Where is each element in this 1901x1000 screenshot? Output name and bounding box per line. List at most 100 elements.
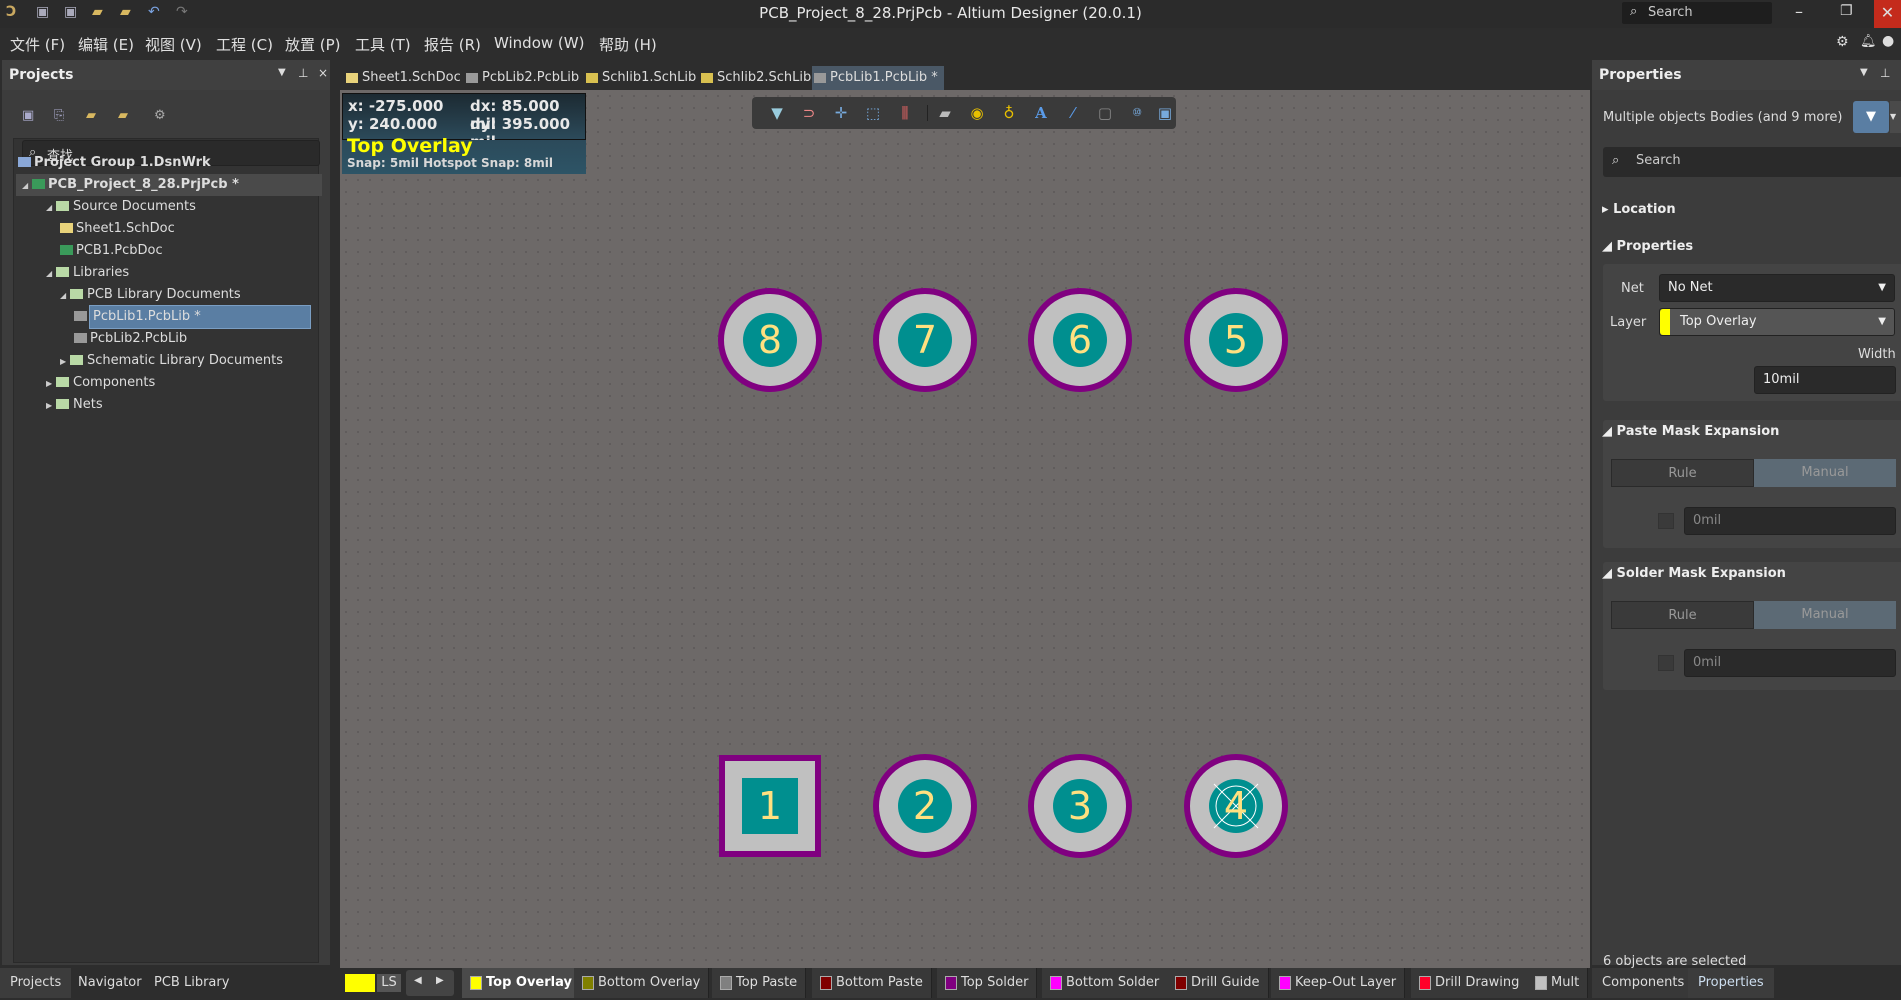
tree-item[interactable]: ▶ Components: [16, 372, 322, 394]
tree-item[interactable]: PCB1.PcbDoc: [16, 240, 322, 262]
tree-item[interactable]: PcbLib2.PcbLib: [16, 328, 322, 350]
tab-components[interactable]: Components: [1592, 968, 1695, 998]
global-search[interactable]: ⌕ Search: [1622, 2, 1772, 24]
layer-tab[interactable]: Keep-Out Layer: [1271, 968, 1406, 998]
pcb-canvas[interactable]: 8 7 6 5 1 2 3 4: [340, 90, 1590, 968]
tree-item[interactable]: Project Group 1.DsnWrk: [16, 152, 322, 174]
crosshair-icon[interactable]: ✛: [830, 103, 852, 123]
layer-set-button[interactable]: LS: [377, 974, 401, 992]
layer-tab[interactable]: Mult: [1527, 968, 1589, 998]
paste-manual-button[interactable]: Manual: [1754, 459, 1896, 487]
solder-rule-button[interactable]: Rule: [1611, 601, 1754, 629]
section-paste-mask[interactable]: ◢ Paste Mask Expansion: [1602, 424, 1779, 439]
via-icon[interactable]: ♁: [998, 103, 1020, 123]
save-project-icon[interactable]: ▣: [22, 108, 34, 123]
settings-icon[interactable]: ⚙: [1836, 34, 1849, 50]
tree-item[interactable]: ◢ Source Documents: [16, 196, 322, 218]
panel-menu-icon[interactable]: ▼: [278, 67, 286, 78]
section-properties[interactable]: ◢ Properties: [1602, 239, 1693, 254]
magnet-icon[interactable]: ⊃: [798, 103, 820, 123]
collapsed-arrow-icon[interactable]: ▶: [60, 351, 70, 373]
expanded-arrow-icon[interactable]: ◢: [22, 175, 32, 197]
layer-tab[interactable]: Bottom Solder: [1042, 968, 1169, 998]
tree-item[interactable]: ◢ Libraries: [16, 262, 322, 284]
filter-button[interactable]: ▼: [1853, 101, 1889, 133]
line-icon[interactable]: ⁄: [1062, 103, 1084, 123]
tab-pcb-library[interactable]: PCB Library: [146, 968, 237, 998]
menu-place[interactable]: 放置 (P): [285, 34, 341, 55]
filter-dropdown[interactable]: ▼: [1890, 101, 1901, 133]
panel-menu-icon[interactable]: ▼: [1860, 67, 1868, 78]
minimize-button[interactable]: –: [1795, 2, 1803, 21]
layer-tab[interactable]: Top Overlay: [462, 968, 581, 998]
room-icon[interactable]: ▣: [1154, 103, 1176, 123]
tab-navigator[interactable]: Navigator: [70, 968, 150, 998]
tree-item[interactable]: ◢ PCB Library Documents: [16, 284, 322, 306]
prev-layer-icon[interactable]: ◀: [414, 975, 422, 986]
section-solder-mask[interactable]: ◢ Solder Mask Expansion: [1602, 566, 1786, 581]
paste-value-input[interactable]: 0mil: [1684, 507, 1896, 535]
menu-edit[interactable]: 编辑 (E): [78, 34, 134, 55]
paste-rule-button[interactable]: Rule: [1611, 459, 1754, 487]
account-icon[interactable]: ●: [1882, 33, 1894, 49]
next-layer-icon[interactable]: ▶: [436, 975, 444, 986]
tree-item[interactable]: PcbLib1.PcbLib *: [16, 305, 322, 329]
menu-view[interactable]: 视图 (V): [145, 34, 202, 55]
pad-icon[interactable]: ◉: [966, 103, 988, 123]
layer-tab[interactable]: Top Solder: [937, 968, 1038, 998]
collapsed-arrow-icon[interactable]: ▶: [46, 373, 56, 395]
tab-schlib1[interactable]: Schlib1.SchLib: [584, 66, 696, 90]
expanded-arrow-icon[interactable]: ◢: [46, 197, 56, 219]
select-rect-icon[interactable]: ⬚: [862, 103, 884, 123]
solder-checkbox[interactable]: [1658, 655, 1674, 671]
explore-icon[interactable]: ▰: [86, 108, 96, 123]
menu-window[interactable]: Window (W): [494, 34, 584, 52]
expanded-arrow-icon[interactable]: ◢: [46, 263, 56, 285]
net-dropdown[interactable]: No Net ▼: [1659, 274, 1895, 302]
solder-value-input[interactable]: 0mil: [1684, 649, 1896, 677]
tab-projects[interactable]: Projects: [0, 968, 72, 998]
current-layer-swatch[interactable]: [345, 974, 375, 992]
collapsed-arrow-icon[interactable]: ▶: [46, 395, 56, 417]
layer-dropdown[interactable]: Top Overlay ▼: [1659, 308, 1895, 336]
pin-icon[interactable]: ⊥: [298, 66, 308, 80]
width-input[interactable]: 10mil: [1754, 366, 1896, 394]
section-location[interactable]: ▸ Location: [1602, 202, 1676, 217]
menu-tools[interactable]: 工具 (T): [355, 34, 411, 55]
pin-icon[interactable]: ⊥: [1880, 66, 1890, 80]
menu-help[interactable]: 帮助 (H): [599, 34, 657, 55]
tab-properties[interactable]: Properties: [1688, 968, 1774, 998]
tab-schlib2[interactable]: Schlib2.SchLib: [699, 66, 811, 90]
layer-tab[interactable]: Bottom Overlay: [574, 968, 710, 998]
tree-item[interactable]: Sheet1.SchDoc: [16, 218, 322, 240]
tree-item[interactable]: ▶ Schematic Library Documents: [16, 350, 322, 372]
selection-filter-text[interactable]: Bodies (and 9 more): [1710, 110, 1842, 125]
menu-project[interactable]: 工程 (C): [216, 34, 273, 55]
tree-item[interactable]: ▶ Nets: [16, 394, 322, 416]
menu-reports[interactable]: 报告 (R): [424, 34, 481, 55]
dimension-icon[interactable]: ▢: [1094, 103, 1116, 123]
tab-sheet1-schdoc[interactable]: Sheet1.SchDoc: [344, 66, 461, 90]
component-icon[interactable]: ▰: [934, 103, 956, 123]
layer-tab[interactable]: Bottom Paste: [812, 968, 932, 998]
tab-pcblib1-active[interactable]: PcbLib1.PcbLib *: [812, 66, 944, 90]
filter-icon[interactable]: ▼: [766, 103, 788, 123]
project-options-icon[interactable]: ▰: [118, 108, 128, 123]
expanded-arrow-icon[interactable]: ◢: [60, 285, 70, 307]
tree-item[interactable]: ◢ PCB_Project_8_28.PrjPcb *: [16, 174, 322, 196]
solder-manual-button[interactable]: Manual: [1754, 601, 1896, 629]
layer-tab[interactable]: Drill Drawing: [1411, 968, 1529, 998]
gear-icon[interactable]: ⚙: [154, 108, 166, 123]
menu-file[interactable]: 文件 (F): [10, 34, 65, 55]
paste-checkbox[interactable]: [1658, 513, 1674, 529]
close-panel-icon[interactable]: ×: [318, 66, 328, 80]
properties-search-input[interactable]: ⌕ Search: [1603, 147, 1901, 177]
layer-tab[interactable]: Drill Guide: [1167, 968, 1269, 998]
align-icon[interactable]: ⫼: [894, 103, 916, 123]
close-button[interactable]: ✕: [1874, 0, 1901, 28]
text-icon[interactable]: A: [1030, 103, 1052, 123]
notifications-icon[interactable]: 🔔︎: [1860, 34, 1877, 49]
region-icon[interactable]: ⑩: [1126, 103, 1148, 123]
tab-pcblib2[interactable]: PcbLib2.PcbLib: [464, 66, 579, 90]
layer-tab[interactable]: Top Paste: [712, 968, 807, 998]
